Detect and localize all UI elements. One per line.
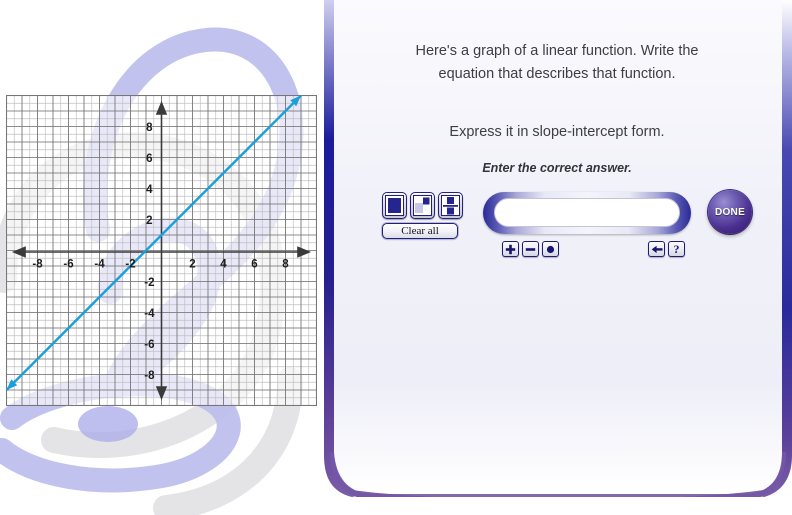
svg-text:2: 2 xyxy=(189,259,195,271)
minus-icon xyxy=(525,247,536,251)
done-button[interactable]: DONE xyxy=(708,190,752,234)
help-button[interactable]: ? xyxy=(668,241,685,257)
left-arrow-icon xyxy=(651,245,662,253)
svg-text:6: 6 xyxy=(146,153,152,165)
svg-text:-4: -4 xyxy=(144,308,155,320)
dot-icon xyxy=(546,245,555,253)
svg-text:6: 6 xyxy=(251,259,257,271)
math-template-palette: Clear all xyxy=(382,192,468,239)
fraction-template-button[interactable] xyxy=(438,192,463,219)
text-box-icon xyxy=(385,195,404,216)
svg-text:8: 8 xyxy=(146,122,153,134)
backspace-button[interactable] xyxy=(648,241,665,257)
question-mark-icon: ? xyxy=(673,242,680,256)
svg-text:-4: -4 xyxy=(94,259,105,271)
svg-text:-2: -2 xyxy=(125,259,135,271)
plus-icon xyxy=(505,244,516,254)
svg-text:-6: -6 xyxy=(144,339,154,351)
svg-text:8: 8 xyxy=(282,259,289,271)
svg-text:4: 4 xyxy=(146,184,153,196)
minus-button[interactable] xyxy=(522,241,539,257)
svg-text:-6: -6 xyxy=(63,259,73,271)
exponent-icon xyxy=(413,195,432,216)
svg-text:2: 2 xyxy=(146,215,152,227)
question-panel: Here's a graph of a linear function. Wri… xyxy=(324,0,792,497)
fraction-icon xyxy=(441,195,460,216)
question-text: Here's a graph of a linear function. Wri… xyxy=(415,43,699,82)
answer-hint-text: Enter the correct answer. xyxy=(482,161,632,175)
graph-stage: -8 -6 -4 -2 2 4 6 8 8 6 4 2 -2 -4 -6 -8 xyxy=(0,0,324,515)
exponent-template-button[interactable] xyxy=(410,192,435,219)
text-box-template-button[interactable] xyxy=(382,192,407,219)
question-subtext: Express it in slope-intercept form. xyxy=(449,124,665,140)
panel-content: Here's a graph of a linear function. Wri… xyxy=(338,0,776,497)
clear-all-button[interactable]: Clear all xyxy=(382,223,458,239)
coordinate-graph: -8 -6 -4 -2 2 4 6 8 8 6 4 2 -2 -4 -6 -8 xyxy=(6,95,317,406)
plus-button[interactable] xyxy=(502,241,519,257)
answer-input[interactable] xyxy=(494,198,680,227)
template-button-row xyxy=(382,192,468,219)
operator-button-group-left xyxy=(502,241,559,257)
dot-multiply-button[interactable] xyxy=(542,241,559,257)
answer-field-wrapper xyxy=(483,192,691,234)
svg-text:-2: -2 xyxy=(144,277,154,289)
operator-button-group-right: ? xyxy=(648,241,685,257)
done-button-label: DONE xyxy=(714,206,746,218)
svg-text:4: 4 xyxy=(220,259,227,271)
svg-text:-8: -8 xyxy=(32,259,43,271)
app-root: -8 -6 -4 -2 2 4 6 8 8 6 4 2 -2 -4 -6 -8 xyxy=(0,0,792,515)
svg-text:-8: -8 xyxy=(144,370,155,382)
